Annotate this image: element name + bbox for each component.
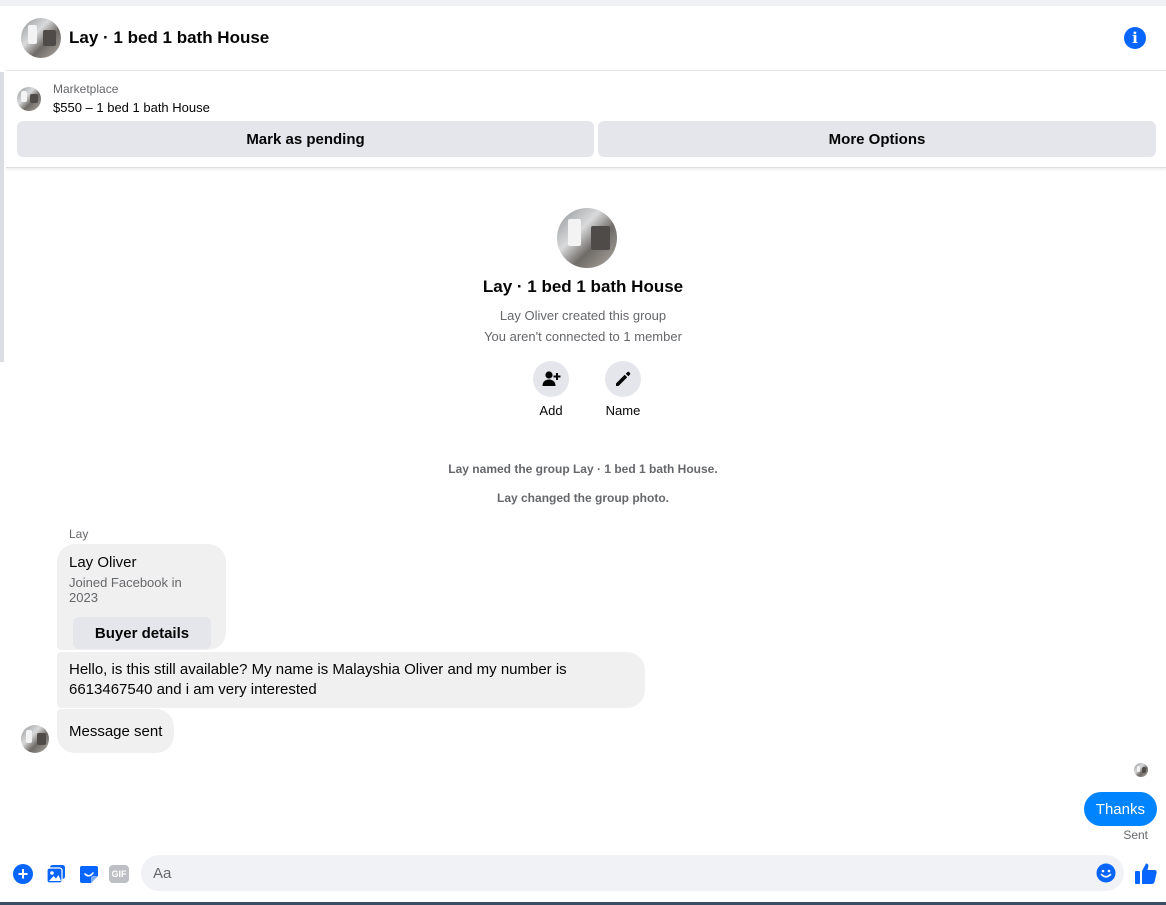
- buyer-details-button[interactable]: Buyer details: [73, 617, 211, 649]
- seen-receipt-avatar: [1134, 763, 1148, 777]
- sender-avatar[interactable]: [21, 725, 49, 753]
- add-label: Add: [539, 403, 563, 418]
- messenger-window: Lay · 1 bed 1 bath House i Marketplace $…: [0, 0, 1166, 905]
- add-person-icon[interactable]: [533, 361, 569, 397]
- marketplace-label: Marketplace: [53, 82, 119, 96]
- chat-title[interactable]: Lay · 1 bed 1 bath House: [69, 28, 269, 48]
- like-icon[interactable]: [1134, 861, 1158, 885]
- info-icon[interactable]: i: [1124, 27, 1146, 49]
- group-name: Lay · 1 bed 1 bath House: [482, 277, 684, 296]
- message-input[interactable]: [141, 855, 1071, 891]
- add-member-button[interactable]: Add: [516, 361, 586, 418]
- more-options-button[interactable]: More Options: [598, 121, 1156, 157]
- message-composer: + GIF: [0, 849, 1166, 899]
- buyer-profile-card: Lay Oliver Joined Facebook in 2023 Buyer…: [57, 544, 226, 650]
- incoming-message[interactable]: Hello, is this still available? My name …: [57, 652, 645, 708]
- plus-icon[interactable]: +: [13, 864, 33, 884]
- system-message: Lay named the group Lay · 1 bed 1 bath H…: [448, 462, 718, 476]
- listing-title: $550 – 1 bed 1 bath House: [53, 100, 210, 115]
- marketplace-bar: Marketplace $550 – 1 bed 1 bath House Ma…: [6, 72, 1166, 168]
- chat-header: Lay · 1 bed 1 bath House i: [6, 6, 1166, 71]
- group-photo: [557, 208, 617, 268]
- rename-group-button[interactable]: Name: [588, 361, 658, 418]
- name-label: Name: [605, 403, 641, 418]
- listing-summary[interactable]: Marketplace $550 – 1 bed 1 bath House: [17, 82, 210, 115]
- incoming-message[interactable]: Message sent: [57, 709, 175, 753]
- message-status: Sent: [1123, 828, 1148, 842]
- group-avatar[interactable]: [21, 18, 61, 58]
- sticker-icon[interactable]: [79, 864, 99, 884]
- buyer-joined-date: Joined Facebook in 2023: [69, 575, 182, 605]
- sender-name: Lay: [69, 527, 89, 541]
- outgoing-message[interactable]: Thanks: [1083, 792, 1157, 826]
- buyer-name: Lay Oliver: [69, 554, 137, 571]
- system-message: Lay changed the group photo.: [497, 491, 669, 505]
- listing-thumbnail: [17, 86, 41, 111]
- mark-as-pending-button[interactable]: Mark as pending: [17, 121, 594, 157]
- message-input-wrapper: [141, 855, 1124, 891]
- pencil-icon[interactable]: [605, 361, 641, 397]
- photo-icon[interactable]: [46, 864, 66, 884]
- group-connection-text: You aren't connected to 1 member: [484, 329, 682, 344]
- group-created-text: Lay Oliver created this group: [499, 308, 667, 323]
- emoji-icon[interactable]: [1096, 863, 1116, 883]
- gif-icon[interactable]: GIF: [109, 865, 129, 883]
